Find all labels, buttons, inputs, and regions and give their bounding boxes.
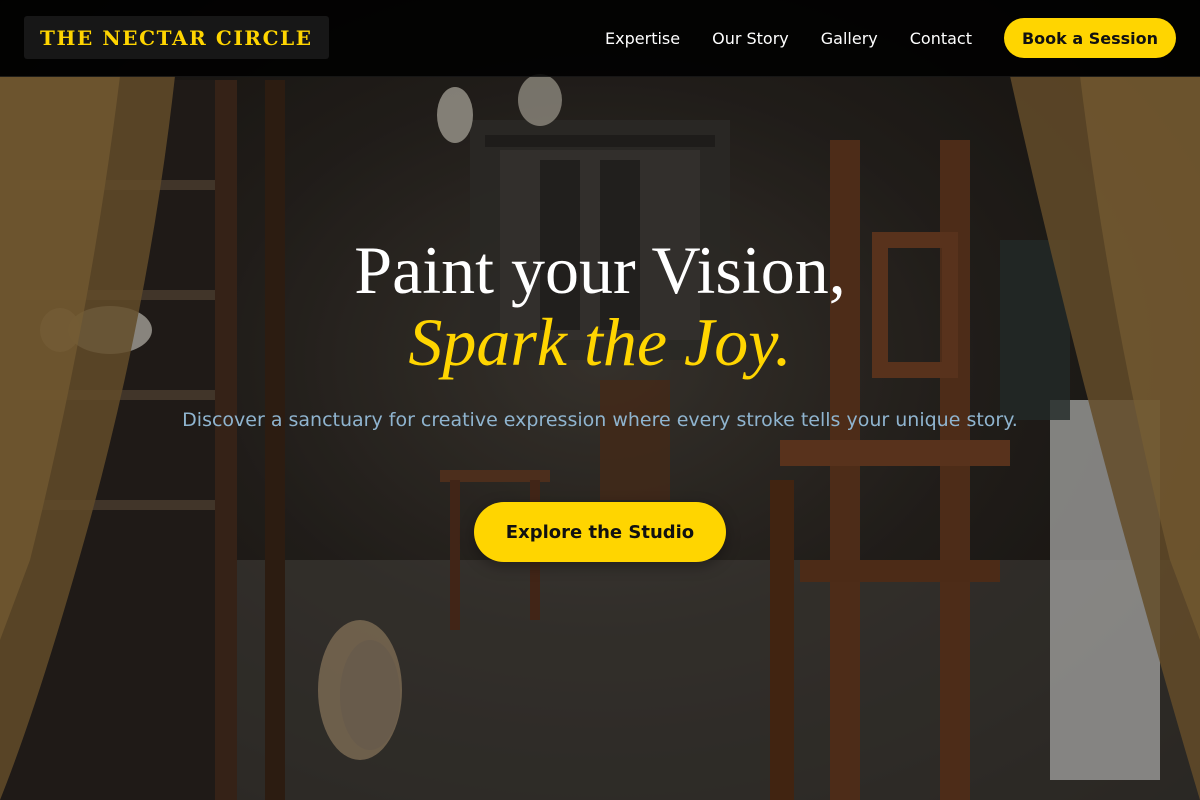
hero-headline-line2: Spark the Joy. [408,304,792,380]
nav-link-gallery[interactable]: Gallery [821,29,878,48]
main-navigation: Expertise Our Story Gallery Contact Book… [605,18,1176,58]
site-header: THE NECTAR CIRCLE Expertise Our Story Ga… [0,0,1200,77]
hero-subtitle: Discover a sanctuary for creative expres… [182,409,1018,431]
site-logo[interactable]: THE NECTAR CIRCLE [24,16,329,59]
book-session-button[interactable]: Book a Session [1004,18,1176,58]
explore-studio-button[interactable]: Explore the Studio [474,502,726,562]
nav-link-expertise[interactable]: Expertise [605,29,680,48]
hero-headline-line1: Paint your Vision, [354,232,846,308]
hero-section: Paint your Vision, Spark the Joy. Discov… [0,76,1200,800]
nav-link-contact[interactable]: Contact [910,29,972,48]
nav-link-our-story[interactable]: Our Story [712,29,789,48]
page: THE NECTAR CIRCLE Expertise Our Story Ga… [0,0,1200,800]
